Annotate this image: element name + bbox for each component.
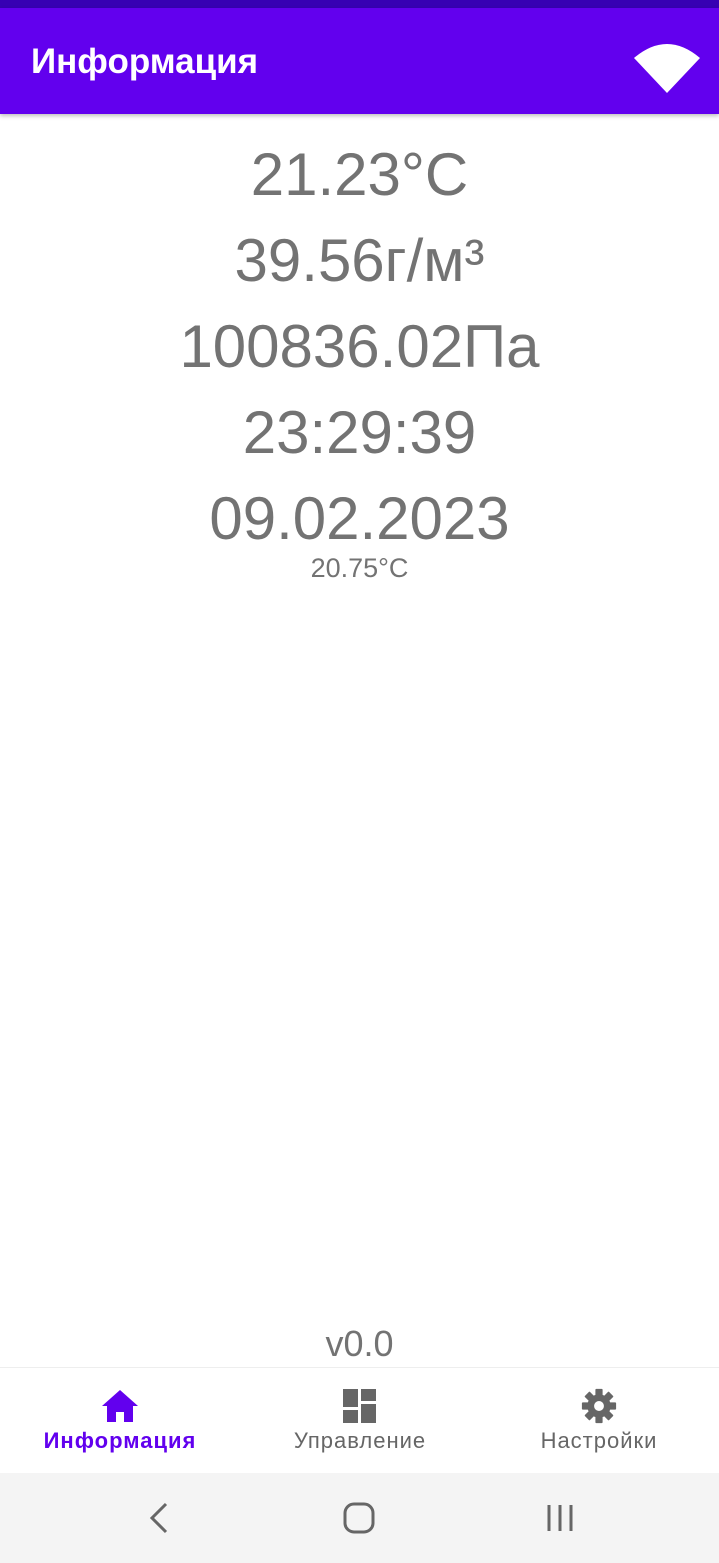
back-icon[interactable] xyxy=(140,1501,180,1535)
home-icon xyxy=(102,1390,138,1422)
temperature-value: 21.23°C xyxy=(250,141,469,208)
version-label: v0.0 xyxy=(325,1323,394,1364)
recents-icon[interactable] xyxy=(540,1501,580,1535)
home-circle-icon[interactable] xyxy=(339,1501,379,1535)
humidity-value: 39.56г/м³ xyxy=(234,227,485,294)
nav-item-settings[interactable]: Настройки xyxy=(479,1368,719,1474)
nav-item-label: Управление xyxy=(293,1428,427,1453)
readings-panel: 21.23°C 39.56г/м³ 100836.02Па 23:29:39 0… xyxy=(0,114,719,586)
app-title: Информация xyxy=(31,42,259,81)
time-value: 23:29:39 xyxy=(242,399,477,466)
app-bar: Информация xyxy=(0,8,719,114)
status-bar xyxy=(0,0,719,8)
nav-item-label: Информация xyxy=(43,1428,197,1453)
wifi-icon[interactable] xyxy=(632,36,702,98)
nav-item-label: Настройки xyxy=(540,1428,658,1453)
dashboard-icon xyxy=(343,1389,376,1423)
nav-item-control[interactable]: Управление xyxy=(240,1368,480,1474)
bottom-navigation: Информация Управление Настройки xyxy=(0,1367,719,1474)
pressure-value: 100836.02Па xyxy=(179,313,540,380)
settings-gear-icon xyxy=(581,1388,617,1424)
nav-item-info[interactable]: Информация xyxy=(0,1368,240,1474)
secondary-temperature-value: 20.75°C xyxy=(310,553,409,583)
system-navigation-bar xyxy=(0,1473,719,1563)
